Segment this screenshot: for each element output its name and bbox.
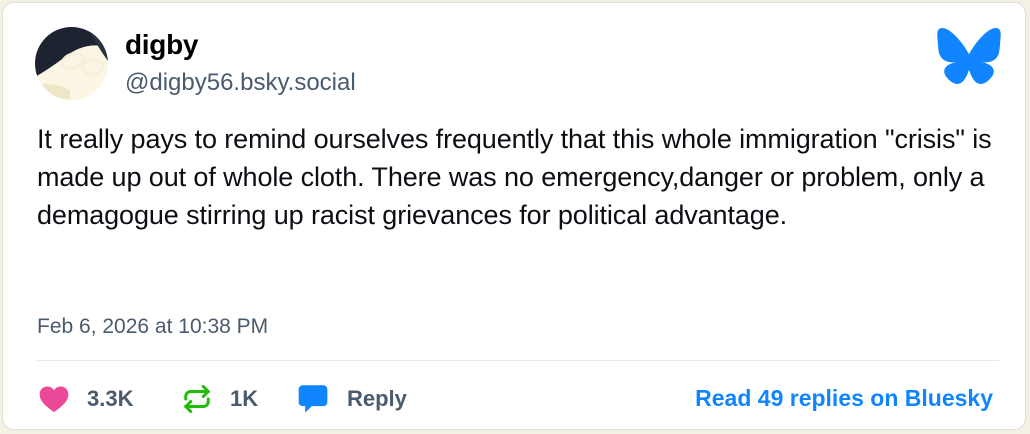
bluesky-butterfly-icon[interactable] <box>935 27 1003 85</box>
post-actions: 3.3K 1K Reply Read 49 replies on Bluesky <box>3 379 1025 419</box>
speech-bubble-icon <box>298 385 328 413</box>
repost-icon <box>184 385 210 413</box>
reply-button[interactable]: Reply <box>297 379 407 419</box>
post-timestamp[interactable]: Feb 6, 2026 at 10:38 PM <box>37 315 268 339</box>
reply-label: Reply <box>347 386 407 411</box>
read-replies-link[interactable]: Read 49 replies on Bluesky <box>695 385 993 412</box>
post-text: It really pays to remind ourselves frequ… <box>37 124 999 230</box>
repost-count: 1K <box>230 386 259 411</box>
post-embed-card[interactable]: digby @digby56.bsky.social It really pay… <box>2 2 1026 430</box>
repost-button[interactable]: 1K <box>182 379 258 419</box>
heart-icon <box>39 386 69 413</box>
avatar[interactable] <box>35 27 108 100</box>
avatar-image <box>35 27 108 100</box>
like-button[interactable]: 3.3K <box>39 379 133 419</box>
like-count: 3.3K <box>87 386 134 411</box>
divider <box>37 360 999 361</box>
author-display-name[interactable]: digby <box>125 29 198 61</box>
author-handle[interactable]: @digby56.bsky.social <box>125 69 356 97</box>
